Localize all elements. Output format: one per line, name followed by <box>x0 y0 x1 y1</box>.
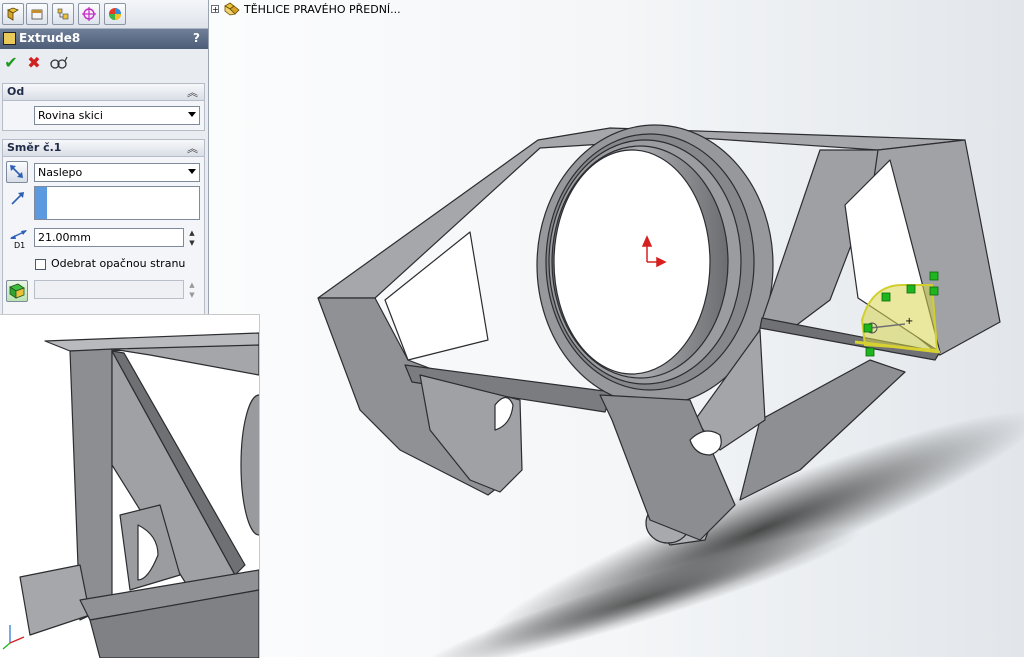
manager-tabs <box>0 0 208 29</box>
feature-manager-icon[interactable] <box>2 3 24 25</box>
svg-text:+: + <box>905 316 913 327</box>
part-icon <box>224 2 240 19</box>
zoom-detail-view <box>0 314 260 658</box>
depth-icon: D1 <box>8 228 30 250</box>
direction1-section: Směr č.1 ︽ Naslepo D1 21.00mm ▲ ▼ Odebrat… <box>2 139 205 314</box>
zoom-detail-render <box>0 315 259 658</box>
property-manager: Extrude8 ? ✔ ✖ Od ︽ Rovina skici Směr č.… <box>0 0 209 314</box>
feature-title: Extrude8 <box>19 31 81 45</box>
flip-side-checkbox[interactable] <box>35 259 46 270</box>
dropdown-arrow-icon <box>188 112 196 117</box>
from-section: Od ︽ Rovina skici <box>2 83 205 131</box>
part-name[interactable]: TĚHLICE PRAVÉHO PŘEDNÍ... <box>244 3 401 16</box>
property-manager-icon[interactable] <box>26 3 48 25</box>
draft-toggle-icon[interactable] <box>6 280 28 302</box>
from-section-title: Od <box>7 85 25 98</box>
depth-icon-label: D1 <box>14 241 25 250</box>
depth-input[interactable]: 21.00mm <box>34 228 184 247</box>
reverse-direction-icon[interactable] <box>6 161 28 183</box>
detailed-preview-icon[interactable] <box>50 54 68 72</box>
dimxpert-icon[interactable] <box>78 3 100 25</box>
end-condition-select[interactable]: Naslepo <box>34 163 200 182</box>
collapse-chevron-icon[interactable]: ︽ <box>187 140 198 156</box>
selection-highlight <box>35 187 47 219</box>
ok-icon[interactable]: ✔ <box>2 54 20 72</box>
dropdown-arrow-icon <box>188 169 196 174</box>
direction1-section-title: Směr č.1 <box>7 141 62 154</box>
draft-spinner[interactable]: ▲ ▼ <box>187 280 197 300</box>
action-buttons: ✔ ✖ <box>0 50 208 76</box>
collapse-chevron-icon[interactable]: ︽ <box>187 84 198 100</box>
configuration-manager-icon[interactable] <box>52 3 74 25</box>
end-condition-value: Naslepo <box>38 166 83 179</box>
expand-toggle[interactable]: + <box>211 5 219 14</box>
from-section-header[interactable]: Od ︽ <box>3 84 204 101</box>
help-button[interactable]: ? <box>193 31 200 45</box>
display-manager-icon[interactable] <box>104 3 126 25</box>
depth-value: 21.00mm <box>38 231 91 244</box>
from-select-value: Rovina skici <box>38 109 103 122</box>
direction-selection-list[interactable] <box>34 186 200 220</box>
from-select[interactable]: Rovina skici <box>34 106 200 125</box>
depth-spinner[interactable]: ▲ ▼ <box>187 228 197 248</box>
extrude-feature-icon <box>3 32 16 45</box>
direction-vector-icon <box>10 190 26 206</box>
direction1-section-header[interactable]: Směr č.1 ︽ <box>3 140 204 157</box>
flip-side-label: Odebrat opačnou stranu <box>51 257 186 270</box>
feature-title-bar: Extrude8 ? <box>0 29 208 49</box>
cancel-icon[interactable]: ✖ <box>25 54 43 72</box>
draft-angle-input[interactable] <box>34 280 184 299</box>
